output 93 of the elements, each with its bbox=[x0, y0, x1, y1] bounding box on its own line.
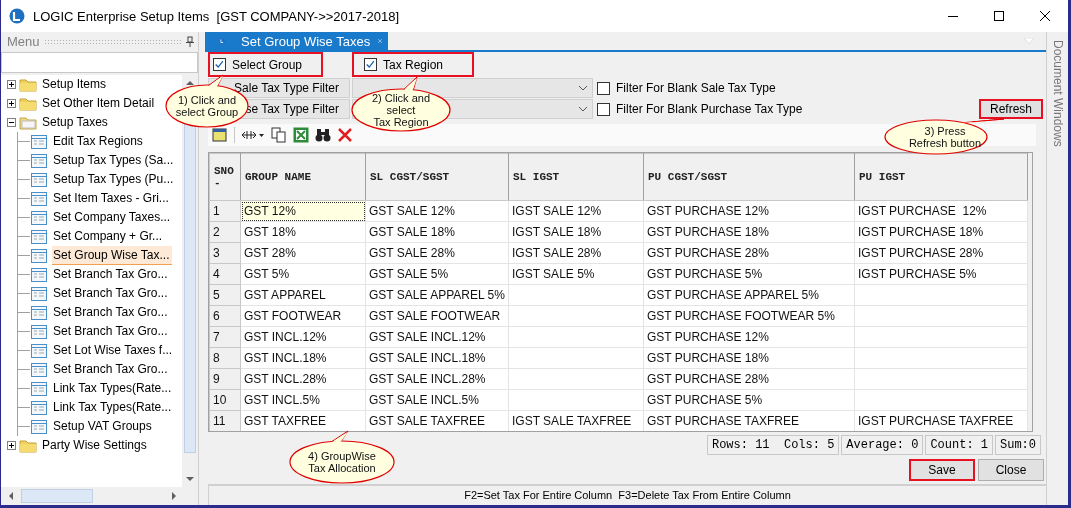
checkbox[interactable] bbox=[597, 102, 610, 116]
tree-item[interactable]: Set Company + Gr... bbox=[52, 227, 165, 246]
tree-item[interactable]: Edit Tax Regions bbox=[52, 132, 145, 151]
column-header[interactable]: GROUP NAME bbox=[240, 153, 366, 201]
folder-icon bbox=[19, 437, 37, 454]
status-cell: Count: 1 bbox=[925, 435, 993, 455]
scroll-right-icon[interactable] bbox=[170, 491, 178, 501]
table-cell[interactable]: GST PURCHASE APPAREL 5% bbox=[643, 284, 855, 306]
refresh-button[interactable]: Refresh bbox=[979, 99, 1043, 119]
spreadsheet-icon[interactable] bbox=[293, 127, 309, 143]
chevron-down-icon[interactable] bbox=[578, 85, 588, 91]
folder-icon bbox=[19, 114, 37, 131]
scroll-left-icon[interactable] bbox=[7, 491, 15, 501]
row-number: 3 bbox=[209, 242, 241, 264]
row-number: 7 bbox=[209, 326, 241, 348]
tree-item[interactable]: Setup VAT Groups bbox=[52, 417, 154, 436]
row-number: 8 bbox=[209, 347, 241, 369]
expand-icon[interactable] bbox=[7, 80, 16, 89]
expand-icon[interactable] bbox=[7, 441, 16, 450]
close-button[interactable]: Close bbox=[978, 459, 1044, 481]
status-cell: Average: 0 bbox=[841, 435, 924, 455]
tree-item[interactable]: Set Lot Wise Taxes f... bbox=[52, 341, 175, 360]
pin-icon[interactable] bbox=[186, 36, 194, 47]
copy-icon[interactable] bbox=[271, 127, 287, 143]
document-tab[interactable]: Set Group Wise Taxes bbox=[205, 32, 388, 50]
row-number: 4 bbox=[209, 263, 241, 285]
table-cell[interactable]: GST PURCHASE 5% bbox=[643, 263, 855, 285]
callout-tooltip: 4) GroupWise Tax Allocation bbox=[288, 428, 396, 484]
tree-item[interactable]: Set Group Wise Tax... bbox=[52, 246, 172, 265]
row-number: 11 bbox=[209, 410, 241, 431]
table-cell[interactable]: GST PURCHASE 28% bbox=[643, 368, 855, 390]
tree-item[interactable]: Setup Tax Types (Pu... bbox=[52, 170, 176, 189]
row-number: 2 bbox=[209, 221, 241, 243]
tree-item[interactable]: Setup Tax Types (Sa... bbox=[52, 151, 176, 170]
row-number: 5 bbox=[209, 284, 241, 306]
tree-item[interactable]: Set Company Taxes... bbox=[52, 208, 173, 227]
table-cell[interactable]: GST PURCHASE 18% bbox=[643, 347, 855, 369]
shortcut-hint: F2=Set Tax For Entire Column F3=Delete Tax From Entire Column bbox=[208, 484, 1046, 505]
column-header[interactable]: SL IGST bbox=[508, 153, 644, 201]
checkbox[interactable] bbox=[597, 81, 610, 95]
window-title: LOGIC Enterprise Setup Items [GST COMPANY->>2017-2018] bbox=[33, 8, 401, 24]
table-cell[interactable]: GST PURCHASE 12% bbox=[643, 200, 855, 222]
maximize-icon bbox=[994, 11, 1004, 21]
close-icon bbox=[1040, 11, 1050, 21]
option-checkbox[interactable]: Select Group bbox=[208, 52, 323, 77]
tree-item[interactable]: Party Wise Settings bbox=[41, 436, 149, 455]
status-cell: Rows: 11 Cols: 5 bbox=[706, 435, 840, 455]
panel-title: Menu bbox=[7, 34, 40, 49]
tree-item[interactable]: Set Branch Tax Gro... bbox=[52, 284, 170, 303]
checkbox-label: Filter For Blank Purchase Tax Type bbox=[616, 102, 803, 116]
delete-icon[interactable] bbox=[337, 127, 353, 143]
tree-item[interactable]: Set Branch Tax Gro... bbox=[52, 303, 170, 322]
binoculars-icon[interactable] bbox=[315, 127, 331, 143]
callout-tooltip: 2) Click and select Tax Region bbox=[351, 74, 451, 132]
folder-icon bbox=[19, 95, 37, 112]
scroll-up-icon[interactable] bbox=[185, 79, 195, 87]
option-checkbox[interactable]: Tax Region bbox=[352, 52, 474, 77]
status-cell: Sum:0 bbox=[995, 435, 1041, 455]
folder-icon bbox=[19, 76, 37, 93]
row-number: 10 bbox=[209, 389, 241, 411]
side-panel-tab[interactable]: Document Windows bbox=[1050, 40, 1065, 147]
table-cell[interactable]: GST PURCHASE FOOTWEAR 5% bbox=[643, 305, 855, 327]
search-field[interactable] bbox=[1, 52, 198, 73]
table-cell[interactable]: GST PURCHASE 28% bbox=[643, 242, 855, 264]
checkbox-label: Filter For Blank Sale Tax Type bbox=[616, 81, 776, 95]
tree-item[interactable]: Setup Items bbox=[41, 75, 109, 94]
column-header[interactable]: SL CGST/SGST bbox=[365, 153, 509, 201]
row-number: 1 bbox=[209, 200, 241, 222]
grid-settings-icon[interactable] bbox=[212, 127, 228, 143]
app-logo-icon bbox=[9, 8, 25, 24]
tree-item[interactable]: Set Branch Tax Gro... bbox=[52, 322, 170, 341]
column-header[interactable]: SNO - bbox=[209, 153, 241, 201]
tree-item[interactable]: Set Other Item Detail bbox=[41, 94, 157, 113]
table-cell[interactable]: GST PURCHASE 12% bbox=[643, 326, 855, 348]
row-number: 6 bbox=[209, 305, 241, 327]
column-header[interactable]: PU CGST/SGST bbox=[643, 153, 855, 201]
tree-item[interactable]: Set Branch Tax Gro... bbox=[52, 360, 170, 379]
tree-item[interactable]: Link Tax Types(Rate... bbox=[52, 398, 174, 417]
checkbox[interactable] bbox=[213, 58, 226, 71]
scroll-down-icon[interactable] bbox=[185, 475, 195, 483]
table-cell[interactable]: GST PURCHASE 18% bbox=[643, 221, 855, 243]
checkbox[interactable] bbox=[364, 58, 377, 71]
save-button[interactable]: Save bbox=[909, 459, 975, 481]
collapse-icon[interactable] bbox=[7, 118, 16, 127]
table-cell[interactable]: GST PURCHASE 5% bbox=[643, 389, 855, 411]
tree-item[interactable]: Set Branch Tax Gro... bbox=[52, 265, 170, 284]
chevron-down-icon[interactable] bbox=[578, 106, 588, 112]
tree-item[interactable]: Setup Taxes bbox=[41, 113, 110, 132]
expand-icon[interactable] bbox=[7, 99, 16, 108]
tree-item[interactable]: Set Item Taxes - Gri... bbox=[52, 189, 171, 208]
column-header[interactable]: PU IGST bbox=[854, 153, 1028, 201]
tree-item[interactable]: Link Tax Types(Rate... bbox=[52, 379, 174, 398]
row-number: 9 bbox=[209, 368, 241, 390]
